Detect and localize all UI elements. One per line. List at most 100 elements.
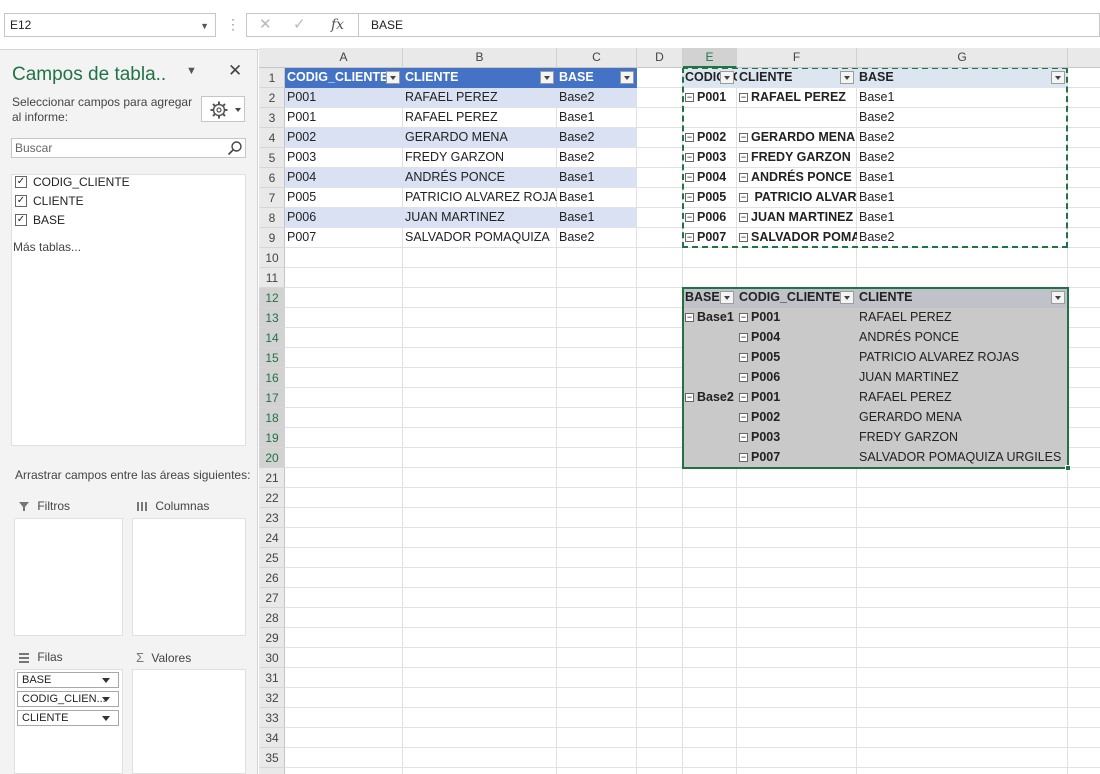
row-field-pill[interactable]: CODIG_CLIEN...: [17, 691, 119, 707]
filter-dropdown-icon[interactable]: [720, 71, 734, 84]
filter-dropdown-icon[interactable]: [1051, 71, 1065, 84]
pivot2-client-cell[interactable]: GERARDO MENA: [857, 408, 1068, 428]
pivot2-base-cell[interactable]: [683, 368, 737, 388]
row-header-5[interactable]: 5: [259, 148, 285, 168]
pivot2-base-cell[interactable]: [683, 448, 737, 468]
pivot2-code-cell[interactable]: − P001: [737, 388, 857, 408]
pivot2-client-cell[interactable]: RAFAEL PEREZ: [857, 388, 1068, 408]
table-cell[interactable]: Base2: [557, 128, 637, 148]
cancel-icon[interactable]: ✕: [259, 14, 272, 36]
table-header-base[interactable]: BASE: [557, 68, 637, 88]
pivot2-code-cell[interactable]: − P001: [737, 308, 857, 328]
field-item-base[interactable]: ✓ BASE: [12, 211, 65, 229]
row-header-9[interactable]: 9: [259, 228, 285, 248]
row-header-18[interactable]: 18: [259, 408, 285, 428]
collapse-icon[interactable]: −: [685, 133, 694, 143]
collapse-icon[interactable]: −: [739, 393, 748, 403]
collapse-icon[interactable]: −: [739, 233, 748, 243]
pivot2-client-cell[interactable]: RAFAEL PEREZ: [857, 308, 1068, 328]
column-header-b[interactable]: B: [403, 48, 557, 68]
column-header-c[interactable]: C: [557, 48, 637, 68]
table-header-cliente[interactable]: CLIENTE: [403, 68, 557, 88]
row-header-11[interactable]: 11: [259, 268, 285, 288]
pivot2-client-cell[interactable]: PATRICIO ALVAREZ ROJAS: [857, 348, 1068, 368]
collapse-icon[interactable]: −: [739, 433, 748, 443]
table-cell[interactable]: GERARDO MENA: [403, 128, 557, 148]
table-cell[interactable]: P007: [285, 228, 403, 248]
insert-function-icon[interactable]: fx: [331, 14, 344, 36]
pivot1-code-cell[interactable]: − P002: [683, 128, 737, 148]
collapse-icon[interactable]: −: [739, 193, 748, 203]
table-cell[interactable]: PATRICIO ALVAREZ ROJAS: [403, 188, 557, 208]
rows-area[interactable]: BASE CODIG_CLIEN... CLIENTE: [14, 669, 123, 774]
row-header-21[interactable]: 21: [259, 468, 285, 488]
table-cell[interactable]: SALVADOR POMAQUIZA: [403, 228, 557, 248]
row-header-27[interactable]: 27: [259, 588, 285, 608]
pivot2-client-cell[interactable]: JUAN MARTINEZ: [857, 368, 1068, 388]
collapse-icon[interactable]: −: [739, 333, 748, 343]
columns-area[interactable]: [132, 518, 246, 636]
row-header-7[interactable]: 7: [259, 188, 285, 208]
row-header-35[interactable]: 35: [259, 748, 285, 768]
table-cell[interactable]: Base1: [557, 208, 637, 228]
row-header-22[interactable]: 22: [259, 488, 285, 508]
pivot1-client-cell[interactable]: −SALVADOR POMAQUIZA URGILES: [737, 228, 857, 248]
table-cell[interactable]: Base1: [557, 108, 637, 128]
close-icon[interactable]: ✕: [228, 61, 242, 81]
checkbox-checked-icon[interactable]: ✓: [15, 176, 27, 188]
pane-options-dropdown-icon[interactable]: ▼: [186, 65, 197, 77]
collapse-icon[interactable]: −: [685, 313, 694, 323]
collapse-icon[interactable]: −: [739, 353, 748, 363]
collapse-icon[interactable]: −: [685, 153, 694, 163]
pivot1-base-cell[interactable]: Base2: [857, 128, 1068, 148]
pivot1-base-cell[interactable]: Base1: [857, 208, 1068, 228]
pivot2-header-base[interactable]: BASE: [683, 288, 737, 308]
filter-dropdown-icon[interactable]: [720, 291, 734, 304]
pivot2-code-cell[interactable]: − P004: [737, 328, 857, 348]
row-header-17[interactable]: 17: [259, 388, 285, 408]
pivot1-client-cell[interactable]: [737, 108, 857, 128]
collapse-icon[interactable]: −: [739, 413, 748, 423]
row-header-31[interactable]: 31: [259, 668, 285, 688]
pivot1-base-cell[interactable]: Base2: [857, 148, 1068, 168]
row-header-28[interactable]: 28: [259, 608, 285, 628]
pivot1-base-cell[interactable]: Base2: [857, 108, 1068, 128]
row-field-pill[interactable]: CLIENTE: [17, 710, 119, 726]
pivot1-base-cell[interactable]: Base1: [857, 188, 1068, 208]
pivot1-code-cell[interactable]: − P004: [683, 168, 737, 188]
row-header-25[interactable]: 25: [259, 548, 285, 568]
pivot1-code-cell[interactable]: − P006: [683, 208, 737, 228]
filters-area[interactable]: [14, 518, 123, 636]
filter-dropdown-icon[interactable]: [1051, 291, 1065, 304]
pivot2-base-cell[interactable]: [683, 348, 737, 368]
pivot1-header-base[interactable]: BASE: [857, 68, 1068, 88]
table-cell[interactable]: RAFAEL PEREZ: [403, 108, 557, 128]
pivot2-base-cell[interactable]: [683, 328, 737, 348]
column-header-f[interactable]: F: [737, 48, 857, 68]
row-header-29[interactable]: 29: [259, 628, 285, 648]
table-cell[interactable]: JUAN MARTINEZ: [403, 208, 557, 228]
table-cell[interactable]: P006: [285, 208, 403, 228]
row-header-16[interactable]: 16: [259, 368, 285, 388]
column-header-g[interactable]: G: [857, 48, 1068, 68]
pivot1-client-cell[interactable]: − ANDRÉS PONCE: [737, 168, 857, 188]
row-header-2[interactable]: 2: [259, 88, 285, 108]
worksheet-grid[interactable]: CODIG_CLIENTE CLIENTE BASE P001 RAFAEL PEREZ…: [285, 68, 1100, 774]
pivot1-code-cell[interactable]: [683, 108, 737, 128]
checkbox-checked-icon[interactable]: ✓: [15, 195, 27, 207]
table-cell[interactable]: P003: [285, 148, 403, 168]
table-cell[interactable]: P004: [285, 168, 403, 188]
pivot1-client-cell[interactable]: − JUAN MARTINEZ: [737, 208, 857, 228]
name-box[interactable]: E12 ▼: [4, 13, 216, 37]
table-cell[interactable]: Base1: [557, 168, 637, 188]
row-header-10[interactable]: 10: [259, 248, 285, 268]
pivot2-base-cell[interactable]: [683, 408, 737, 428]
pivot2-header-cliente[interactable]: CLIENTE: [857, 288, 1068, 308]
table-cell[interactable]: P005: [285, 188, 403, 208]
more-tables-link[interactable]: Más tablas...: [13, 240, 81, 254]
row-header-14[interactable]: 14: [259, 328, 285, 348]
collapse-icon[interactable]: −: [739, 213, 748, 223]
row-header-26[interactable]: 26: [259, 568, 285, 588]
row-header-30[interactable]: 30: [259, 648, 285, 668]
row-header-1[interactable]: 1: [259, 68, 285, 88]
